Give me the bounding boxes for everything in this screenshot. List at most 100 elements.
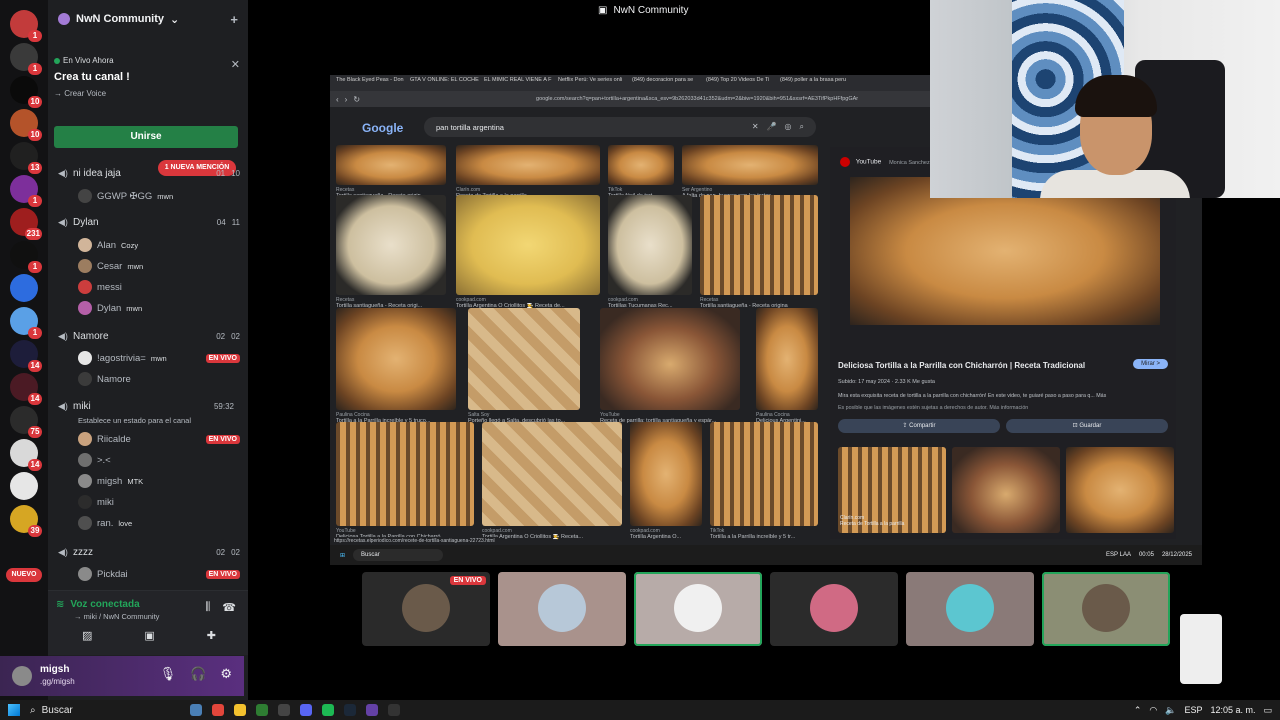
- search-input[interactable]: pan tortilla argentina ✕ 🎤 ◎ ⌕: [424, 117, 816, 137]
- settings-icon[interactable]: [278, 704, 290, 716]
- participant-tile[interactable]: EN VIVO: [362, 572, 490, 646]
- result-thumbnail[interactable]: [336, 195, 446, 295]
- server-icon[interactable]: 14: [10, 439, 42, 471]
- search-icon[interactable]: ⌕: [800, 122, 804, 132]
- wifi-icon[interactable]: ◠: [1149, 705, 1157, 716]
- voice-user[interactable]: Riicalde EN VIVO: [78, 429, 240, 449]
- activities-icon[interactable]: ✚: [207, 629, 216, 642]
- image-result[interactable]: TikTok Tortilla a la Parrilla increíble y…: [710, 422, 818, 544]
- headphones-icon[interactable]: 🎧: [190, 666, 206, 682]
- image-result[interactable]: Paulina Cocina Tortilla a la Parrilla inc…: [336, 308, 456, 428]
- server-icon[interactable]: 231: [10, 208, 42, 240]
- voice-search-icon[interactable]: 🎤: [767, 122, 777, 132]
- screen-share-icon[interactable]: ▣: [144, 629, 154, 642]
- result-thumbnail[interactable]: [756, 308, 818, 410]
- server-icon[interactable]: [10, 274, 38, 302]
- voice-user[interactable]: Alan Cozy: [78, 235, 240, 255]
- language-indicator[interactable]: ESP: [1184, 705, 1202, 715]
- result-thumbnail[interactable]: [456, 195, 600, 295]
- clear-icon[interactable]: ✕: [752, 122, 759, 132]
- result-thumbnail[interactable]: [336, 422, 474, 526]
- new-server-badge[interactable]: NUEVO: [6, 568, 42, 582]
- channel-status-prompt[interactable]: Establece un estado para el canal: [78, 416, 191, 425]
- store-icon[interactable]: [256, 704, 268, 716]
- server-icon[interactable]: 1: [10, 43, 42, 75]
- server-icon[interactable]: 39: [10, 505, 42, 537]
- server-icon[interactable]: 75: [10, 406, 42, 438]
- widgets-icon[interactable]: [190, 704, 202, 716]
- reload-icon[interactable]: ↻: [353, 95, 360, 104]
- image-result[interactable]: RecetasTortilla santiagueña - Receta ori…: [336, 195, 446, 313]
- tray-chevron-icon[interactable]: ⌃: [1134, 705, 1142, 716]
- settings-gear-icon[interactable]: ⚙: [220, 666, 232, 682]
- related-image[interactable]: [1066, 447, 1174, 533]
- watch-button[interactable]: Mirar >: [1133, 359, 1168, 369]
- voice-user[interactable]: Namore: [78, 369, 240, 389]
- avatar[interactable]: [12, 666, 32, 686]
- image-result[interactable]: cookpad.com Tortilla Argentina O Criollit…: [456, 195, 600, 313]
- browser-tab[interactable]: GTA V ONLINE: EL COCHE: [410, 77, 480, 89]
- shared-taskbar-search[interactable]: Buscar: [353, 549, 444, 561]
- steam-icon[interactable]: [344, 704, 356, 716]
- server-icon[interactable]: 1: [10, 307, 42, 339]
- result-thumbnail[interactable]: [710, 422, 818, 526]
- browser-tab[interactable]: (849) poller a la brasa peru: [780, 77, 850, 89]
- preview-title[interactable]: Deliciosa Tortilla a la Parrilla con Chi…: [838, 361, 1085, 370]
- clock[interactable]: 12:05 a. m.: [1210, 705, 1255, 715]
- live-badge[interactable]: EN VIVO: [205, 569, 240, 579]
- server-icon[interactable]: 14: [10, 373, 42, 405]
- result-thumbnail[interactable]: [682, 145, 818, 185]
- voice-channel-path[interactable]: → miki / NwN Community: [74, 612, 159, 621]
- microphone-icon[interactable]: 🎙: [160, 666, 177, 682]
- result-caption[interactable]: Tortilla a la Parrilla increíble y 5 tr.…: [710, 534, 818, 540]
- volume-icon[interactable]: 🔈: [1165, 705, 1176, 716]
- voice-user[interactable]: !agostrivia= mwn EN VIVO: [78, 348, 240, 368]
- result-thumbnail[interactable]: [336, 145, 446, 185]
- voice-channel[interactable]: ◀) miki 59:32: [58, 396, 240, 416]
- voice-channel[interactable]: ◀) zzzz 02 02: [58, 542, 240, 562]
- related-image[interactable]: [952, 447, 1060, 533]
- preview-image[interactable]: [850, 177, 1160, 325]
- participant-tile[interactable]: [634, 572, 762, 646]
- server-icon[interactable]: 10: [10, 109, 42, 141]
- participant-tile[interactable]: [1042, 572, 1170, 646]
- result-caption[interactable]: Tortilla Argentina O Criollitos 🧑‍🍳 Rece…: [482, 534, 622, 540]
- invite-user-icon[interactable]: +: [230, 12, 238, 27]
- image-result[interactable]: cookpad.com Tortilla Argentina O Criollit…: [482, 422, 622, 544]
- voice-user[interactable]: migsh MTK: [78, 471, 240, 491]
- image-result[interactable]: cookpad.com Tortilla Argentina O...: [630, 422, 702, 544]
- voice-user[interactable]: Cesar mwn: [78, 256, 240, 276]
- browser-tab[interactable]: The Black Eyed Peas - Don: [336, 77, 406, 89]
- app-icon[interactable]: [388, 704, 400, 716]
- image-result[interactable]: RecetasTortilla santiagueña - Receta ori…: [700, 195, 818, 313]
- result-thumbnail[interactable]: [630, 422, 702, 526]
- result-thumbnail[interactable]: [608, 195, 692, 295]
- voice-user[interactable]: messi: [78, 277, 240, 297]
- server-icon[interactable]: 13: [10, 142, 42, 174]
- voice-user[interactable]: miki: [78, 492, 240, 512]
- notification-icon[interactable]: ▭: [1263, 705, 1272, 716]
- voice-user[interactable]: GGWP ✠GG mwn: [78, 186, 240, 206]
- forward-icon[interactable]: ›: [345, 95, 348, 104]
- result-thumbnail[interactable]: [608, 145, 674, 185]
- result-thumbnail[interactable]: [336, 308, 456, 410]
- result-thumbnail[interactable]: [482, 422, 622, 526]
- server-icon[interactable]: 1: [10, 10, 42, 42]
- server-icon[interactable]: 14: [10, 340, 42, 372]
- back-icon[interactable]: ‹: [336, 95, 339, 104]
- windows-start-icon[interactable]: ⊞: [340, 552, 345, 559]
- obs-icon[interactable]: [366, 704, 378, 716]
- lens-icon[interactable]: ◎: [785, 122, 792, 132]
- google-logo[interactable]: Google: [362, 121, 403, 135]
- participant-tile[interactable]: [498, 572, 626, 646]
- result-thumbnail[interactable]: [456, 145, 600, 185]
- save-button[interactable]: ⊡ Guardar: [1006, 419, 1168, 433]
- join-button[interactable]: Unirse: [54, 126, 238, 148]
- result-thumbnail[interactable]: [700, 195, 818, 295]
- result-thumbnail[interactable]: [600, 308, 740, 410]
- image-result[interactable]: cookpad.com Tortillas Tucumanas Rec...: [608, 195, 692, 313]
- disconnect-icon[interactable]: ☎: [222, 601, 236, 614]
- server-header[interactable]: NwN Community ⌄ +: [48, 0, 248, 38]
- discord-icon[interactable]: [300, 704, 312, 716]
- result-caption[interactable]: Tortilla Argentina O...: [630, 534, 702, 540]
